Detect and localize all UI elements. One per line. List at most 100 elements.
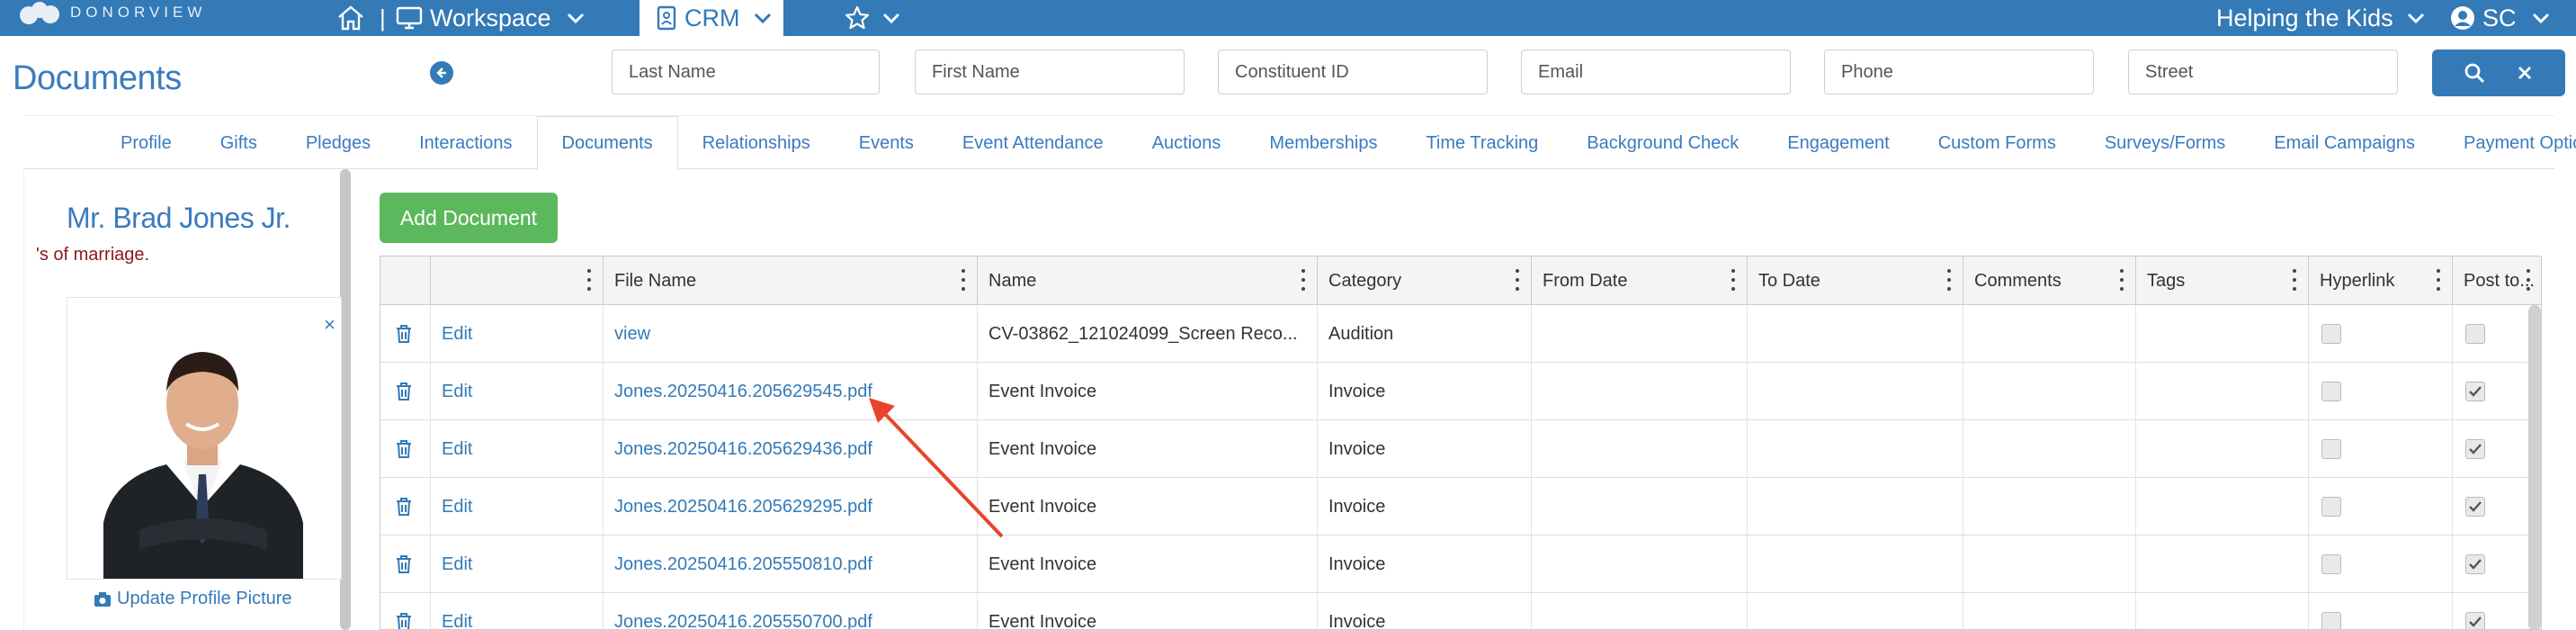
column-menu-icon[interactable] — [2436, 269, 2441, 291]
last-name-input[interactable] — [612, 50, 880, 94]
tab-payment-options[interactable]: Payment Options — [2439, 116, 2576, 170]
edit-link-text[interactable]: Edit — [442, 612, 472, 630]
edit-link-text[interactable]: Edit — [442, 439, 472, 460]
post-to-checkbox[interactable] — [2465, 324, 2485, 344]
tab-interactions[interactable]: Interactions — [395, 116, 536, 170]
workspace-menu[interactable]: Workspace — [396, 0, 586, 36]
home-button[interactable] — [336, 0, 365, 36]
file-name-link[interactable]: Jones.20250416.205550810.pdf — [604, 536, 978, 593]
add-document-button[interactable]: Add Document — [380, 193, 558, 243]
trash-icon[interactable] — [395, 497, 413, 517]
edit-link[interactable]: Edit — [431, 536, 604, 593]
trash-icon[interactable] — [395, 439, 413, 459]
tab-events[interactable]: Events — [835, 116, 938, 170]
tab-engagement[interactable]: Engagement — [1763, 116, 1913, 170]
column-menu-icon[interactable] — [1946, 269, 1952, 291]
phone-input[interactable] — [1824, 50, 2094, 94]
file-name-link-text[interactable]: Jones.20250416.205629436.pdf — [614, 439, 872, 460]
hyperlink-checkbox[interactable] — [2321, 497, 2341, 517]
col-tags-header[interactable]: Tags — [2136, 256, 2309, 305]
column-menu-icon[interactable] — [2526, 269, 2531, 291]
trash-icon[interactable] — [395, 382, 413, 401]
edit-link[interactable]: Edit — [431, 593, 604, 630]
column-menu-icon[interactable] — [1731, 269, 1736, 291]
column-menu-icon[interactable] — [2119, 269, 2124, 291]
col-file-name-header[interactable]: File Name — [604, 256, 978, 305]
edit-link[interactable]: Edit — [431, 363, 604, 420]
file-name-link-text[interactable]: Jones.20250416.205629545.pdf — [614, 382, 872, 402]
post-to-checkbox[interactable] — [2465, 382, 2485, 401]
hyperlink-checkbox[interactable] — [2321, 382, 2341, 401]
tab-time-tracking[interactable]: Time Tracking — [1401, 116, 1562, 170]
search-icon[interactable] — [2464, 62, 2485, 84]
tab-auctions[interactable]: Auctions — [1128, 116, 1246, 170]
file-name-link-text[interactable]: Jones.20250416.205550700.pdf — [614, 612, 872, 630]
edit-link[interactable]: Edit — [431, 305, 604, 363]
tab-memberships[interactable]: Memberships — [1245, 116, 1401, 170]
trash-icon[interactable] — [395, 324, 413, 344]
file-name-link[interactable]: Jones.20250416.205629545.pdf — [604, 363, 978, 420]
file-name-link[interactable]: Jones.20250416.205629436.pdf — [604, 420, 978, 478]
col-hyperlink-header[interactable]: Hyperlink — [2309, 256, 2453, 305]
file-name-link-text[interactable]: Jones.20250416.205550810.pdf — [614, 554, 872, 575]
edit-link[interactable]: Edit — [431, 478, 604, 536]
tab-profile[interactable]: Profile — [23, 116, 196, 170]
post-to-checkbox[interactable] — [2465, 612, 2485, 629]
street-input[interactable] — [2128, 50, 2398, 94]
col-from-date-header[interactable]: From Date — [1532, 256, 1748, 305]
trash-icon[interactable] — [395, 612, 413, 630]
tab-email-campaigns[interactable]: Email Campaigns — [2250, 116, 2439, 170]
first-name-input[interactable] — [915, 50, 1185, 94]
organization-menu[interactable]: Helping the Kids — [2216, 0, 2426, 36]
hyperlink-checkbox[interactable] — [2321, 612, 2341, 629]
file-name-link[interactable]: Jones.20250416.205629295.pdf — [604, 478, 978, 536]
tab-gifts[interactable]: Gifts — [196, 116, 282, 170]
trash-icon[interactable] — [395, 554, 413, 574]
file-name-link-text[interactable]: Jones.20250416.205629295.pdf — [614, 497, 872, 518]
file-name-link-text[interactable]: view — [614, 324, 650, 345]
column-menu-icon[interactable] — [1301, 269, 1306, 291]
clear-icon[interactable] — [2516, 64, 2534, 82]
col-post-to-header[interactable]: Post to... — [2453, 256, 2541, 305]
file-name-link[interactable]: Jones.20250416.205550700.pdf — [604, 593, 978, 630]
col-comments-header[interactable]: Comments — [1963, 256, 2136, 305]
edit-link-text[interactable]: Edit — [442, 497, 472, 518]
edit-link-text[interactable]: Edit — [442, 554, 472, 575]
edit-link-text[interactable]: Edit — [442, 382, 472, 402]
tab-event-attendance[interactable]: Event Attendance — [938, 116, 1128, 170]
column-menu-icon[interactable] — [2292, 269, 2297, 291]
column-menu-icon[interactable] — [1515, 269, 1520, 291]
post-to-checkbox[interactable] — [2465, 554, 2485, 574]
email-input[interactable] — [1521, 50, 1791, 94]
hyperlink-checkbox[interactable] — [2321, 554, 2341, 574]
document-name-cell: Event Invoice — [978, 478, 1318, 536]
file-name-link[interactable]: view — [604, 305, 978, 363]
favorites-menu[interactable] — [844, 0, 901, 36]
tab-relationships[interactable]: Relationships — [678, 116, 835, 170]
tab-custom-forms[interactable]: Custom Forms — [1914, 116, 2080, 170]
tab-documents[interactable]: Documents — [536, 116, 678, 171]
tab-surveys-forms[interactable]: Surveys/Forms — [2080, 116, 2250, 170]
col-to-date-header[interactable]: To Date — [1748, 256, 1963, 305]
col-name-header[interactable]: Name — [978, 256, 1318, 305]
post-to-checkbox[interactable] — [2465, 497, 2485, 517]
edit-link[interactable]: Edit — [431, 420, 604, 478]
hyperlink-checkbox[interactable] — [2321, 324, 2341, 344]
edit-link-text[interactable]: Edit — [442, 324, 472, 345]
tab-pledges[interactable]: Pledges — [282, 116, 395, 170]
grid-scrollbar[interactable] — [2528, 305, 2541, 629]
col-actions-header[interactable] — [431, 256, 604, 305]
brand-logo[interactable]: DONORVIEW — [16, 2, 206, 24]
constituent-id-input[interactable] — [1218, 50, 1488, 94]
hyperlink-checkbox[interactable] — [2321, 439, 2341, 459]
remove-photo-icon[interactable]: × — [324, 313, 335, 337]
tab-background-check[interactable]: Background Check — [1562, 116, 1763, 170]
user-menu[interactable]: SC — [2450, 0, 2551, 36]
col-category-header[interactable]: Category — [1318, 256, 1532, 305]
crm-menu[interactable]: CRM — [640, 0, 783, 36]
post-to-checkbox[interactable] — [2465, 439, 2485, 459]
column-menu-icon[interactable] — [961, 269, 966, 291]
column-menu-icon[interactable] — [586, 269, 592, 291]
back-button[interactable] — [430, 61, 453, 85]
update-profile-picture-link[interactable]: Update Profile Picture — [94, 589, 292, 609]
